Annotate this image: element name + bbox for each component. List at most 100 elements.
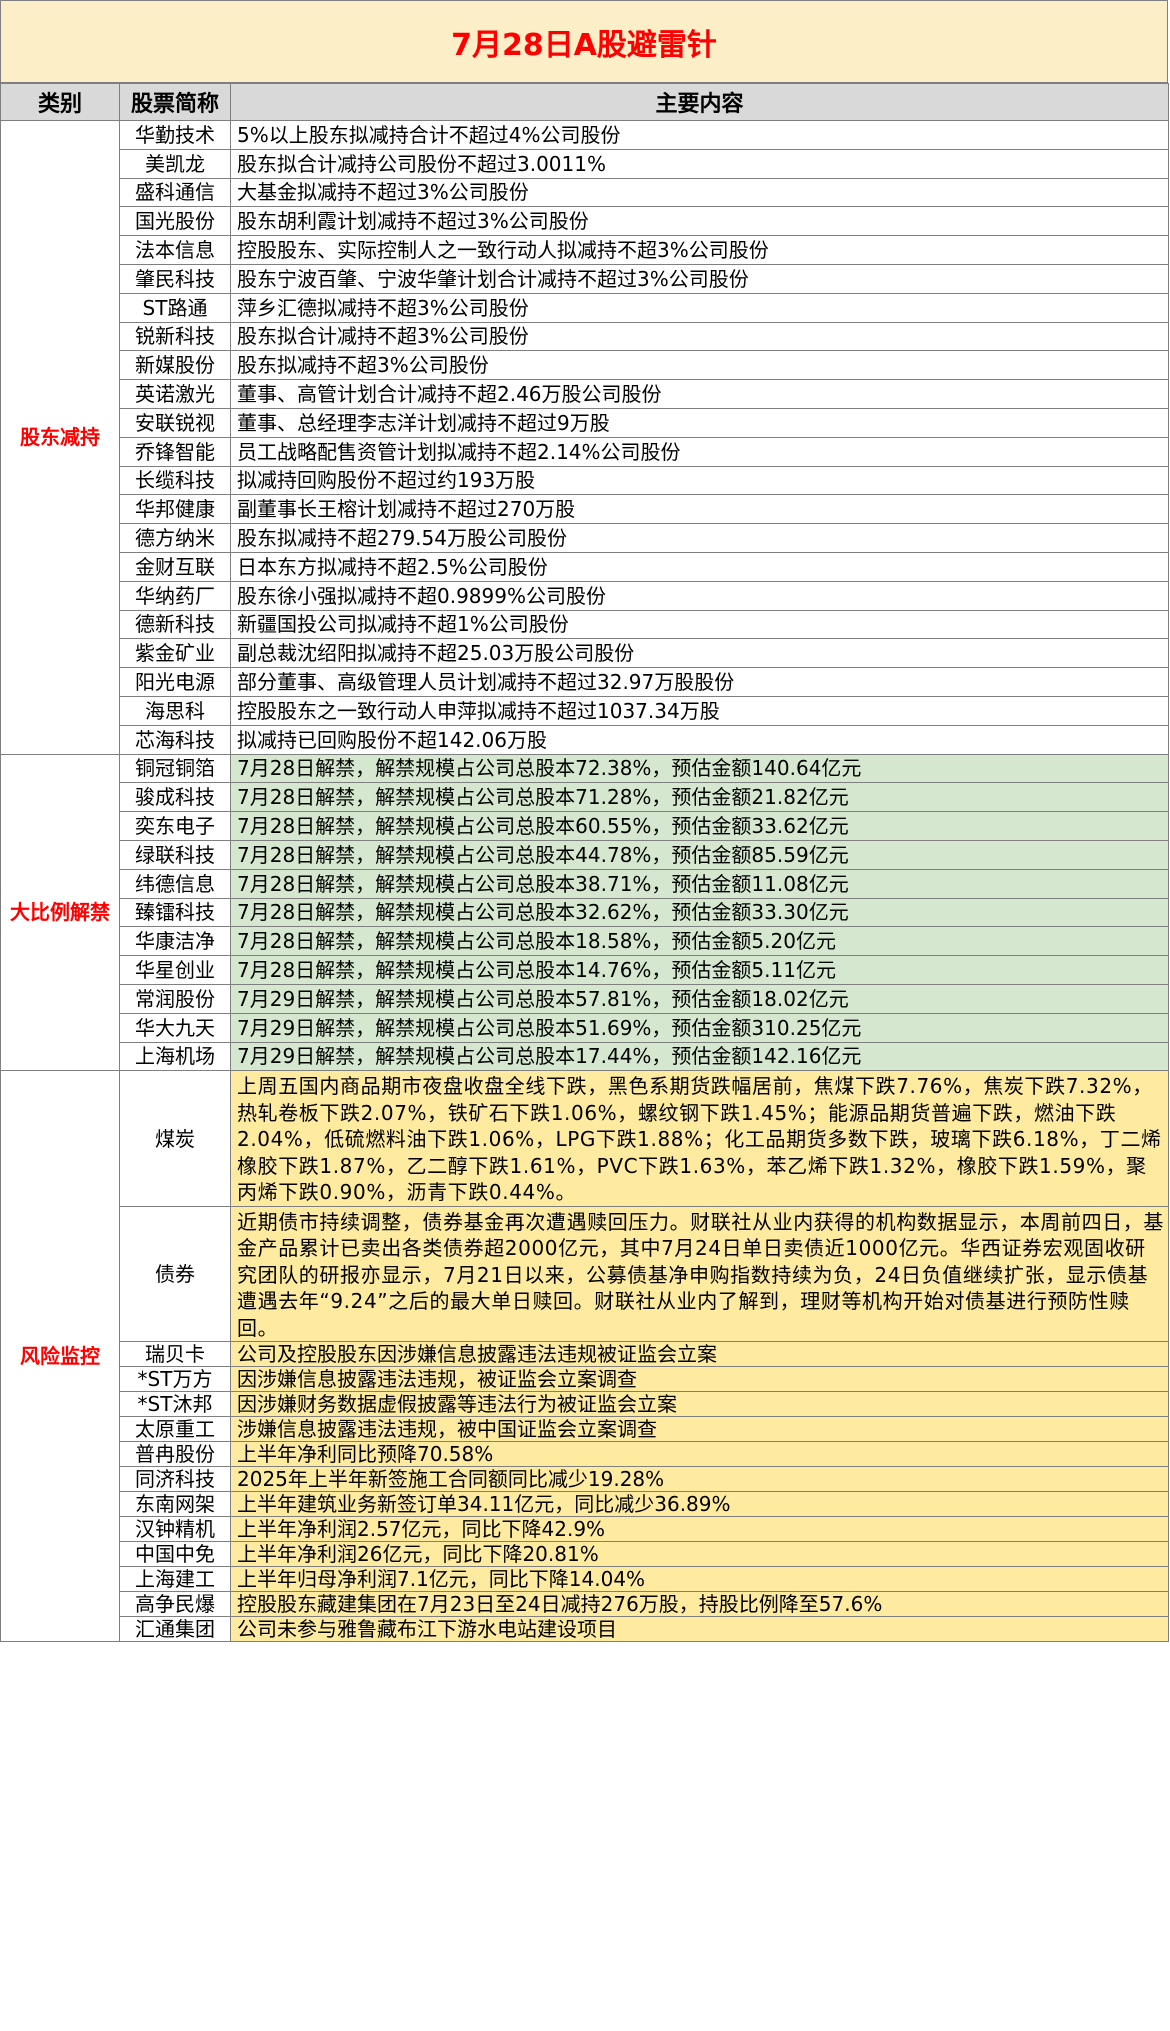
main-content-cell: 董事、总经理李志洋计划减持不超过9万股 xyxy=(230,407,1169,438)
stock-name-cell: 德方纳米 xyxy=(119,523,231,553)
stock-name-cell: 紫金矿业 xyxy=(119,638,231,669)
category-risk-monitoring: 风险监控 xyxy=(0,1070,120,1643)
table-row: 安联锐视 董事、总经理李志洋计划减持不超过9万股 xyxy=(1,407,1169,438)
stock-name-cell: 同济科技 xyxy=(119,1466,231,1493)
stock-name-cell: *ST万方 xyxy=(119,1366,231,1393)
stock-name-cell: 瑞贝卡 xyxy=(119,1341,231,1368)
stock-name-cell: 盛科通信 xyxy=(119,177,231,208)
table-row: 国光股份 股东胡利霞计划减持不超过3%公司股份 xyxy=(1,206,1169,237)
main-content-cell: 员工战略配售资管计划拟减持不超2.14%公司股份 xyxy=(230,436,1169,467)
table-row: 常润股份 7月29日解禁，解禁规模占公司总股本57.81%，预估金额18.02亿元 xyxy=(1,983,1169,1014)
stock-name-cell: 华纳药厂 xyxy=(119,580,231,611)
main-content-cell: 近期债市持续调整，债券基金再次遭遇赎回压力。财联社从业内获得的机构数据显示，本周… xyxy=(230,1205,1169,1343)
stock-name-cell: *ST沐邦 xyxy=(119,1391,231,1418)
stock-name-cell: 臻镭科技 xyxy=(119,897,231,928)
main-content-cell: 萍乡汇德拟减持不超3%公司股份 xyxy=(230,292,1169,323)
stock-name-cell: 法本信息 xyxy=(119,235,231,265)
stock-name-cell: 纬德信息 xyxy=(119,868,231,899)
stock-name-cell: 债券 xyxy=(119,1205,231,1343)
main-content-cell: 7月28日解禁，解禁规模占公司总股本32.62%，预估金额33.30亿元 xyxy=(230,897,1169,928)
table-body: 股东减持 华勤技术 5%以上股东拟减持合计不超过4%公司股份 美凯龙 股东拟合计减持公司… xyxy=(0,120,1169,1643)
header-row: 类别 股票简称 主要内容 xyxy=(0,83,1169,121)
category-shareholder-reduction: 股东减持 xyxy=(0,120,120,755)
table-row: 奕东电子 7月28日解禁，解禁规模占公司总股本60.55%，预估金额33.62亿元 xyxy=(1,811,1169,841)
main-content-cell: 7月28日解禁，解禁规模占公司总股本38.71%，预估金额11.08亿元 xyxy=(230,868,1169,899)
main-content-cell: 5%以上股东拟减持合计不超过4%公司股份 xyxy=(230,120,1169,150)
main-content-cell: 上半年建筑业务新签订单34.11亿元，同比减少36.89% xyxy=(230,1491,1169,1518)
table-row: 法本信息 控股股东、实际控制人之一致行动人拟减持不超3%公司股份 xyxy=(1,235,1169,265)
table-row: 肇民科技 股东宁波百肇、宁波华肇计划合计减持不超过3%公司股份 xyxy=(1,263,1169,294)
table-row: 绿联科技 7月28日解禁，解禁规模占公司总股本44.78%，预估金额85.59亿元 xyxy=(1,839,1169,870)
stock-name-cell: 阳光电源 xyxy=(119,667,231,697)
main-content-cell: 拟减持已回购股份不超142.06万股 xyxy=(230,724,1169,755)
stock-name-cell: 华星创业 xyxy=(119,955,231,985)
stock-name-cell: 常润股份 xyxy=(119,983,231,1014)
stock-name-cell: 德新科技 xyxy=(119,609,231,640)
main-content-cell: 上半年净利同比预降70.58% xyxy=(230,1441,1169,1468)
main-content-cell: 控股股东之一致行动人申萍拟减持不超过1037.34万股 xyxy=(230,695,1169,726)
table-row: 风险监控 煤炭 上周五国内商品期市夜盘收盘全线下跌，黑色系期货跌幅居前，焦煤下跌7.… xyxy=(0,1070,1169,1643)
table-row: 新媒股份 股东拟减持不超3%公司股份 xyxy=(1,350,1169,381)
table-row: 华纳药厂 股东徐小强拟减持不超0.9899%公司股份 xyxy=(1,580,1169,611)
table-row: 同济科技 2025年上半年新签施工合同额同比减少19.28% xyxy=(1,1466,1169,1493)
stock-name-cell: 华邦健康 xyxy=(119,494,231,525)
main-content-cell: 7月28日解禁，解禁规模占公司总股本60.55%，预估金额33.62亿元 xyxy=(230,811,1169,841)
main-content-cell: 7月28日解禁，解禁规模占公司总股本18.58%，预估金额5.20亿元 xyxy=(230,926,1169,957)
table-row: 锐新科技 股东拟合计减持不超3%公司股份 xyxy=(1,321,1169,352)
main-content-cell: 7月28日解禁，解禁规模占公司总股本14.76%，预估金额5.11亿元 xyxy=(230,955,1169,985)
main-content-cell: 上半年归母净利润7.1亿元，同比下降14.04% xyxy=(230,1566,1169,1593)
stock-name-cell: 奕东电子 xyxy=(119,811,231,841)
table-row: 汇通集团 公司未参与雅鲁藏布江下游水电站建设项目 xyxy=(1,1616,1169,1643)
stock-name-cell: 长缆科技 xyxy=(119,465,231,496)
main-content-cell: 7月28日解禁，解禁规模占公司总股本44.78%，预估金额85.59亿元 xyxy=(230,839,1169,870)
main-content-cell: 上周五国内商品期市夜盘收盘全线下跌，黑色系期货跌幅居前，焦煤下跌7.76%，焦炭… xyxy=(230,1070,1169,1207)
table-row: 金财互联 日本东方拟减持不超2.5%公司股份 xyxy=(1,551,1169,582)
header-stock-name: 股票简称 xyxy=(119,83,231,121)
stock-name-cell: 华大九天 xyxy=(119,1012,231,1043)
stock-name-cell: ST路通 xyxy=(119,292,231,323)
table-row: 大比例解禁 铜冠铜箔 7月28日解禁，解禁规模占公司总股本72.38%，预估金额14… xyxy=(0,753,1169,1072)
main-content-cell: 7月28日解禁，解禁规模占公司总股本71.28%，预估金额21.82亿元 xyxy=(230,782,1169,813)
table-row: 瑞贝卡 公司及控股股东因涉嫌信息披露违法违规被证监会立案 xyxy=(1,1341,1169,1368)
table-row: 华康洁净 7月28日解禁，解禁规模占公司总股本18.58%，预估金额5.20亿元 xyxy=(1,926,1169,957)
main-content-cell: 股东拟减持不超3%公司股份 xyxy=(230,350,1169,381)
table-row: 骏成科技 7月28日解禁，解禁规模占公司总股本71.28%，预估金额21.82亿元 xyxy=(1,782,1169,813)
stock-name-cell: 海思科 xyxy=(119,695,231,726)
main-content-cell: 拟减持回购股份不超过约193万股 xyxy=(230,465,1169,496)
table-row: 阳光电源 部分董事、高级管理人员计划减持不超过32.97万股股份 xyxy=(1,667,1169,697)
table-row: 华大九天 7月29日解禁，解禁规模占公司总股本51.69%，预估金额310.25亿… xyxy=(1,1012,1169,1043)
main-content-cell: 副董事长王榕计划减持不超过270万股 xyxy=(230,494,1169,525)
stock-name-cell: 太原重工 xyxy=(119,1416,231,1443)
stock-name-cell: 骏成科技 xyxy=(119,782,231,813)
table-row: 臻镭科技 7月28日解禁，解禁规模占公司总股本32.62%，预估金额33.30亿元 xyxy=(1,897,1169,928)
stock-name-cell: 新媒股份 xyxy=(119,350,231,381)
main-content-cell: 股东拟减持不超279.54万股公司股份 xyxy=(230,523,1169,553)
main-content-cell: 副总裁沈绍阳拟减持不超25.03万股公司股份 xyxy=(230,638,1169,669)
table-row: 海思科 控股股东之一致行动人申萍拟减持不超过1037.34万股 xyxy=(1,695,1169,726)
stock-name-cell: 上海机场 xyxy=(119,1041,231,1072)
table-row: 中国中免 上半年净利润26亿元，同比下降20.81% xyxy=(1,1541,1169,1568)
table-row: *ST万方 因涉嫌信息披露违法违规，被证监会立案调查 xyxy=(1,1366,1169,1393)
table-row: 上海建工 上半年归母净利润7.1亿元，同比下降14.04% xyxy=(1,1566,1169,1593)
table-row: 英诺激光 董事、高管计划合计减持不超2.46万股公司股份 xyxy=(1,379,1169,409)
stock-table: 类别 股票简称 主要内容 股东减持 华勤技术 5%以上股东拟减持合计不超过4%公司股… xyxy=(0,83,1169,1643)
stock-name-cell: 华勤技术 xyxy=(119,120,231,150)
stock-name-cell: 普冉股份 xyxy=(119,1441,231,1468)
main-content-cell: 7月29日解禁，解禁规模占公司总股本17.44%，预估金额142.16亿元 xyxy=(230,1041,1169,1072)
stock-name-cell: 华康洁净 xyxy=(119,926,231,957)
stock-name-cell: 美凯龙 xyxy=(119,148,231,179)
page-title: 7月28日A股避雷针 xyxy=(0,0,1168,83)
table-row: *ST沐邦 因涉嫌财务数据虚假披露等违法行为被证监会立案 xyxy=(1,1391,1169,1418)
stock-name-cell: 上海建工 xyxy=(119,1566,231,1593)
main-content-cell: 大基金拟减持不超过3%公司股份 xyxy=(230,177,1169,208)
table-row: 盛科通信 大基金拟减持不超过3%公司股份 xyxy=(1,177,1169,208)
table-row: 美凯龙 股东拟合计减持公司股份不超过3.0011% xyxy=(1,148,1169,179)
stock-name-cell: 绿联科技 xyxy=(119,839,231,870)
main-content-cell: 日本东方拟减持不超2.5%公司股份 xyxy=(230,551,1169,582)
stock-name-cell: 英诺激光 xyxy=(119,379,231,409)
table-row: 普冉股份 上半年净利同比预降70.58% xyxy=(1,1441,1169,1468)
table-row: 德方纳米 股东拟减持不超279.54万股公司股份 xyxy=(1,523,1169,553)
header-category: 类别 xyxy=(0,83,120,121)
main-content-cell: 因涉嫌财务数据虚假披露等违法行为被证监会立案 xyxy=(230,1391,1169,1418)
main-content-cell: 涉嫌信息披露违法违规，被中国证监会立案调查 xyxy=(230,1416,1169,1443)
